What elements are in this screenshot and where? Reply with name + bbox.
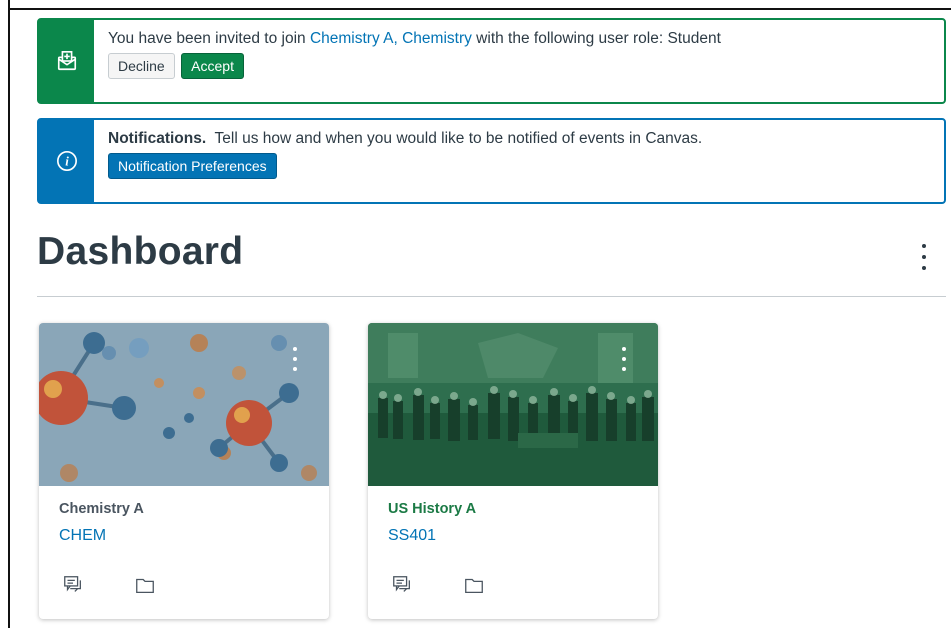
svg-text:i: i	[65, 155, 69, 169]
course-card-options-icon[interactable]	[291, 347, 299, 371]
course-code-link[interactable]: CHEM	[59, 526, 309, 546]
course-card-actions	[59, 571, 159, 599]
notification-icon-column: i	[39, 120, 94, 202]
course-title[interactable]: US History A	[388, 500, 638, 518]
invitation-message: You have been invited to join Chemistry …	[108, 30, 721, 47]
page-title: Dashboard	[37, 230, 244, 273]
course-card-info: US History A SS401	[368, 486, 658, 546]
header-divider	[37, 296, 946, 297]
course-card-image[interactable]	[368, 323, 658, 486]
invited-course-link[interactable]: Chemistry A, Chemistry	[310, 30, 472, 47]
notifications-alert: i Notifications. Tell us how and when yo…	[37, 118, 946, 204]
invitation-icon-column	[39, 20, 94, 102]
course-card-actions	[388, 571, 488, 599]
molecules-image	[39, 323, 329, 486]
notification-preferences-button[interactable]: Notification Preferences	[108, 153, 277, 179]
course-card-us-history[interactable]: US History A SS401	[368, 323, 658, 619]
course-card-info: Chemistry A CHEM	[39, 486, 329, 546]
notification-message: Notifications. Tell us how and when you …	[108, 129, 930, 149]
info-icon: i	[56, 151, 77, 171]
declaration-painting-image	[368, 323, 658, 486]
notification-heading: Notifications.	[108, 130, 207, 147]
notification-body: Notifications. Tell us how and when you …	[94, 120, 944, 202]
discussions-icon[interactable]	[388, 571, 416, 599]
window-frame-left	[8, 0, 10, 628]
envelope-add-icon	[57, 51, 76, 71]
invitation-body: You have been invited to join Chemistry …	[94, 20, 944, 102]
accept-button[interactable]: Accept	[181, 53, 244, 79]
course-card-image[interactable]	[39, 323, 329, 486]
kebab-menu-icon[interactable]	[914, 244, 934, 270]
course-card-options-icon[interactable]	[620, 347, 628, 371]
files-icon[interactable]	[131, 571, 159, 599]
course-title[interactable]: Chemistry A	[59, 500, 309, 518]
discussions-icon[interactable]	[59, 571, 87, 599]
course-invitation-alert: You have been invited to join Chemistry …	[37, 18, 946, 104]
course-card-chemistry[interactable]: Chemistry A CHEM	[39, 323, 329, 619]
notification-text: Tell us how and when you would like to b…	[214, 130, 703, 147]
decline-button[interactable]: Decline	[108, 53, 175, 79]
course-code-link[interactable]: SS401	[388, 526, 638, 546]
files-icon[interactable]	[460, 571, 488, 599]
window-frame-top	[8, 8, 951, 10]
